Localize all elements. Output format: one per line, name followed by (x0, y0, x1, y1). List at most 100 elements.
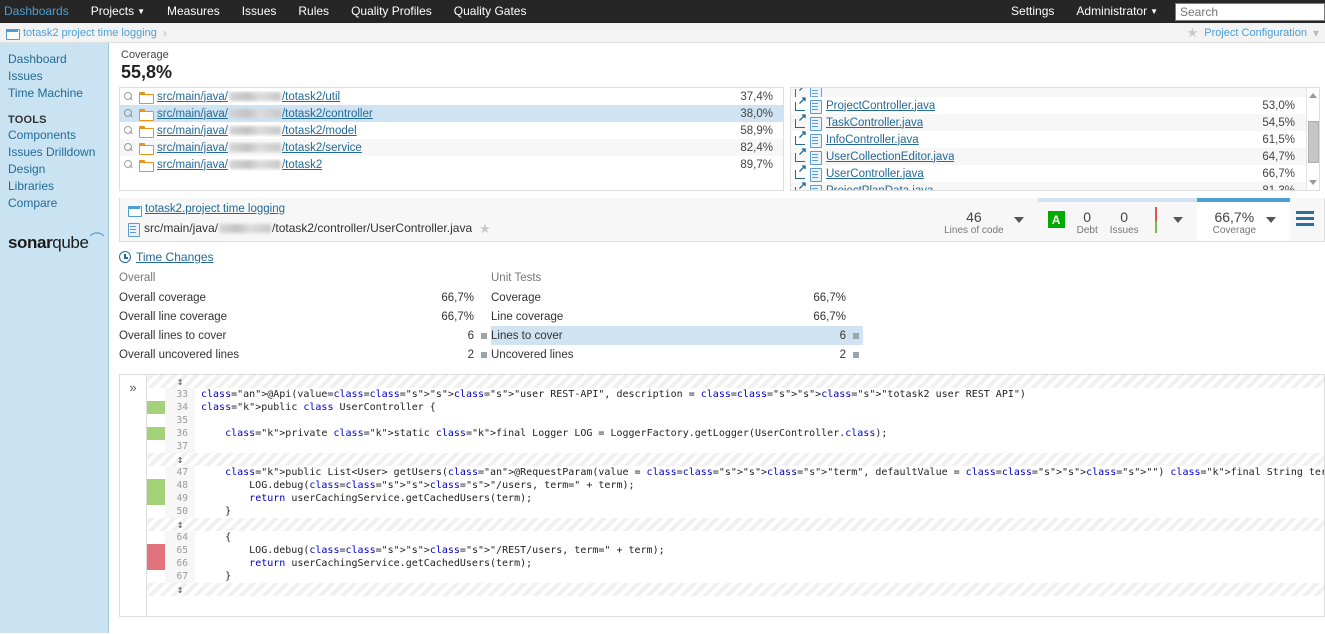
open-in-new-icon[interactable] (795, 147, 807, 162)
nav-item-quality-gates[interactable]: Quality Gates (443, 0, 538, 23)
nav-item-dashboards[interactable]: Dashboards (0, 0, 80, 23)
expand-lines-icon[interactable]: ↕ (165, 375, 195, 388)
search-icon[interactable] (124, 159, 134, 170)
time-changes-toggle[interactable]: Time Changes (119, 250, 1325, 264)
more-options-icon[interactable] (1296, 210, 1314, 229)
sidebar-item-compare[interactable]: Compare (8, 195, 108, 212)
expand-lines-icon[interactable]: ↕ (165, 583, 195, 596)
directory-row[interactable]: src/main/java//totask2/controller 38,0% (120, 105, 783, 122)
search-icon[interactable] (124, 91, 134, 102)
open-in-new-icon[interactable] (795, 96, 807, 111)
file-list-scrollbar[interactable] (1306, 88, 1319, 190)
lines-of-code-dropdown-icon[interactable] (1013, 216, 1024, 223)
source-code-lines[interactable]: ↕ 33 class="an">@Api(value=class=class="s"… (147, 375, 1324, 616)
file-name[interactable]: UserCollectionEditor.java (826, 151, 954, 163)
code-collapsed-separator[interactable]: ↕ (147, 583, 1324, 596)
expand-lines-icon[interactable]: ↕ (165, 518, 195, 531)
file-name[interactable]: InfoController.java (826, 134, 919, 146)
coverage-dropdown-icon[interactable] (1266, 216, 1276, 223)
project-configuration-link[interactable]: Project Configuration (1204, 27, 1307, 39)
nav-item-settings[interactable]: Settings (1000, 0, 1065, 23)
directory-row[interactable]: src/main/java//totask2 89,7% (120, 156, 783, 173)
code-line[interactable]: 49 return userCachingService.getCachedUs… (147, 492, 1324, 505)
file-row[interactable]: UserCollectionEditor.java64,7% (791, 147, 1319, 165)
code-line[interactable]: 66 return userCachingService.getCachedUs… (147, 557, 1324, 570)
file-name[interactable]: ProjectPlanData.java (826, 185, 933, 191)
nav-item-projects[interactable]: Projects ▼ (80, 0, 156, 24)
code-line[interactable]: 50 } (147, 505, 1324, 518)
measure-row[interactable]: Overall line coverage 66,7% (119, 307, 491, 326)
code-line[interactable]: 37 (147, 440, 1324, 453)
favorite-star-icon[interactable]: ★ (1187, 25, 1199, 41)
breadcrumb-project-link[interactable]: totask2 project time logging (23, 27, 157, 39)
directory-row[interactable]: src/main/java//totask2/util 37,4% (120, 88, 783, 105)
nav-item-administrator[interactable]: Administrator ▼ (1065, 0, 1169, 24)
measure-row[interactable]: Coverage 66,7% (491, 288, 863, 307)
chevron-down-icon[interactable]: ▾ (1313, 26, 1319, 40)
measure-row[interactable]: Overall coverage 66,7% (119, 288, 491, 307)
search-input[interactable] (1175, 2, 1325, 21)
directory-path[interactable]: src/main/java//totask2/util (157, 91, 340, 103)
code-collapsed-separator[interactable]: ↕ (147, 518, 1324, 531)
sidebar-item-components[interactable]: Components (8, 127, 108, 144)
expand-lines-icon[interactable]: ↕ (165, 453, 195, 466)
directory-path[interactable]: src/main/java//totask2/service (157, 142, 362, 154)
measure-row[interactable]: Line coverage 66,7% (491, 307, 863, 326)
debt-issues-dropdown-icon[interactable] (1172, 216, 1183, 223)
code-line[interactable]: 67 } (147, 570, 1324, 583)
file-row-partial[interactable] (791, 88, 1319, 97)
code-collapsed-separator[interactable]: ↕ (147, 453, 1324, 466)
scroll-up-arrow-icon[interactable] (1309, 93, 1317, 98)
directory-path[interactable]: src/main/java//totask2/model (157, 125, 357, 137)
code-line[interactable]: 34 class="k">public class UserController … (147, 401, 1324, 414)
scroll-down-arrow-icon[interactable] (1309, 180, 1317, 185)
scrollbar-thumb[interactable] (1308, 121, 1319, 163)
code-line[interactable]: 48 LOG.debug(class=class="s">"s">class="… (147, 479, 1324, 492)
directory-row[interactable]: src/main/java//totask2/model 58,9% (120, 122, 783, 139)
file-row[interactable]: UserController.java66,7% (791, 164, 1319, 182)
code-line[interactable]: 65 LOG.debug(class=class="s">"s">class="… (147, 544, 1324, 557)
file-row[interactable]: ProjectPlanData.java81,3% (791, 181, 1319, 191)
file-project-link[interactable]: totask2.project time logging (145, 202, 285, 217)
sidebar-item-time-machine[interactable]: Time Machine (8, 85, 108, 102)
open-in-new-icon[interactable] (795, 130, 807, 145)
sidebar-item-design[interactable]: Design (8, 161, 108, 178)
file-row[interactable]: ProjectController.java53,0% (791, 96, 1319, 114)
measure-row[interactable]: Uncovered lines 2 (491, 345, 863, 364)
search-icon[interactable] (124, 108, 134, 119)
java-file-icon (128, 222, 140, 237)
measure-row[interactable]: Overall lines to cover 6 (119, 326, 491, 345)
sidebar-item-libraries[interactable]: Libraries (8, 178, 108, 195)
file-row[interactable]: TaskController.java54,5% (791, 113, 1319, 131)
search-icon[interactable] (124, 142, 134, 153)
nav-item-issues[interactable]: Issues (231, 0, 288, 23)
code-line[interactable]: 47 class="k">public List<User> getUsers(… (147, 466, 1324, 479)
file-name[interactable] (826, 88, 829, 97)
directory-row[interactable]: src/main/java//totask2/service 82,4% (120, 139, 783, 156)
code-line[interactable]: 33 class="an">@Api(value=class=class="s">… (147, 388, 1324, 401)
sidebar-item-dashboard[interactable]: Dashboard (8, 51, 108, 68)
directory-path[interactable]: src/main/java//totask2/controller (157, 108, 373, 120)
directory-path[interactable]: src/main/java//totask2 (157, 159, 322, 171)
file-row[interactable]: InfoController.java61,5% (791, 130, 1319, 148)
nav-item-rules[interactable]: Rules (287, 0, 340, 23)
nav-item-quality-profiles[interactable]: Quality Profiles (340, 0, 443, 23)
code-line[interactable]: 35 (147, 414, 1324, 427)
nav-item-measures[interactable]: Measures (156, 0, 231, 23)
expand-panel-button[interactable]: » (120, 375, 147, 616)
code-line[interactable]: 36 class="k">private class="k">static cl… (147, 427, 1324, 440)
file-name[interactable]: ProjectController.java (826, 100, 935, 112)
open-in-new-icon[interactable] (795, 164, 807, 179)
code-collapsed-separator[interactable]: ↕ (147, 375, 1324, 388)
sidebar-item-issues-drilldown[interactable]: Issues Drilldown (8, 144, 108, 161)
code-line[interactable]: 64 { (147, 531, 1324, 544)
favorite-star-icon[interactable]: ★ (479, 221, 491, 236)
sidebar-item-issues[interactable]: Issues (8, 68, 108, 85)
open-in-new-icon[interactable] (795, 113, 807, 128)
open-in-new-icon[interactable] (795, 181, 807, 190)
file-name[interactable]: TaskController.java (826, 117, 923, 129)
file-name[interactable]: UserController.java (826, 168, 924, 180)
measure-row[interactable]: Lines to cover 6 (491, 326, 863, 345)
measure-row[interactable]: Overall uncovered lines 2 (119, 345, 491, 364)
search-icon[interactable] (124, 125, 134, 136)
